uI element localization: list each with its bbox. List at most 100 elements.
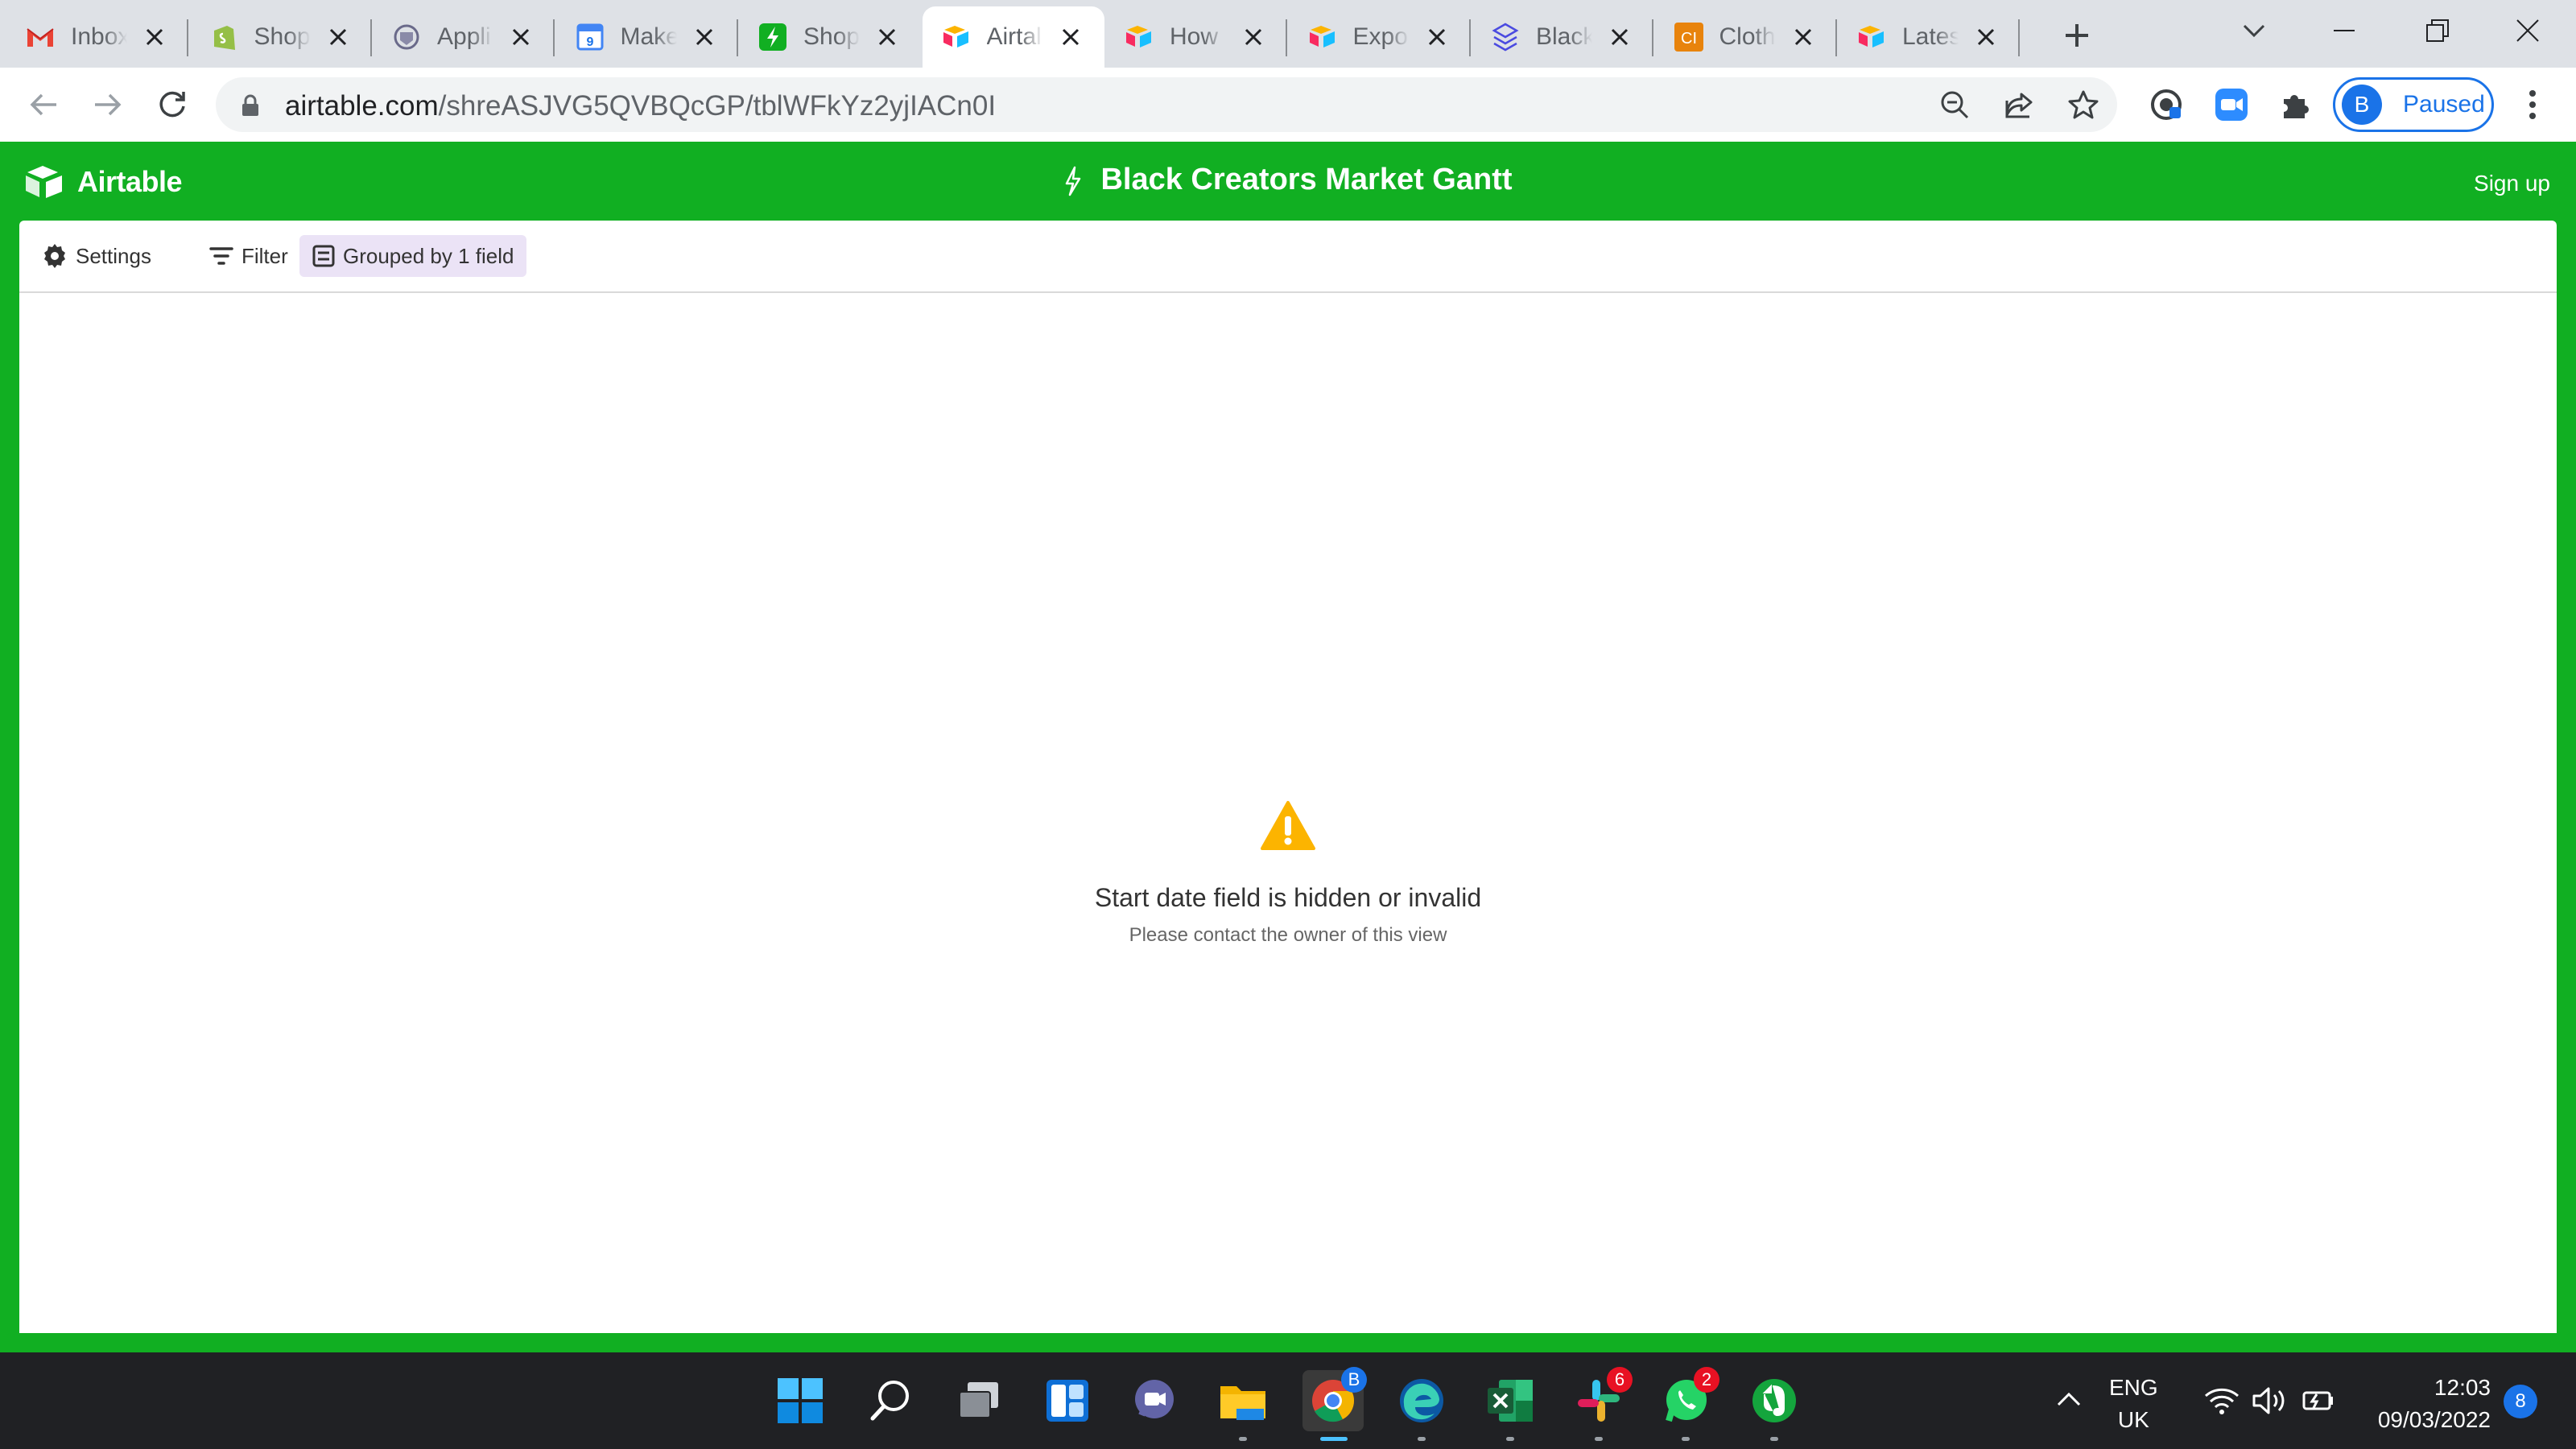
minimize-icon — [2334, 30, 2355, 31]
settings-button[interactable]: Settings — [29, 235, 164, 277]
windows-taskbar: B 6 2 ENG UK 12:03 09/03/2022 8 — [0, 1352, 2576, 1449]
chrome-taskbar-button[interactable]: B — [1302, 1367, 1367, 1441]
search-button[interactable] — [860, 1370, 921, 1431]
tab-search-button[interactable] — [2222, 6, 2286, 55]
puzzle-icon — [2284, 95, 2309, 118]
language-indicator[interactable]: ENG UK — [2109, 1372, 2158, 1436]
address-bar[interactable]: airtable.com/shreASJVG5QVBQcGP/tblWFkYz2… — [216, 77, 2117, 132]
browser-tab[interactable]: CI Cloth — [1655, 6, 1837, 68]
chrome-menu-button[interactable] — [2516, 82, 2549, 127]
calendar-icon: 9 — [576, 23, 605, 52]
forward-button[interactable] — [85, 82, 130, 127]
close-tab-icon[interactable] — [1422, 23, 1451, 52]
gear-icon — [44, 244, 65, 268]
svg-text:9: 9 — [586, 35, 593, 49]
avatar: B — [2342, 85, 2382, 125]
teams-chat-button[interactable] — [1124, 1370, 1185, 1431]
new-tab-button[interactable] — [2058, 16, 2096, 55]
password-manager-icon — [2151, 89, 2182, 120]
extension-password-manager[interactable] — [2145, 82, 2190, 127]
browser-tab[interactable]: How — [1105, 6, 1287, 68]
sign-up-link[interactable]: Sign up — [2474, 171, 2550, 196]
tab-title: Black — [1536, 23, 1592, 50]
group-button[interactable]: Grouped by 1 field — [299, 235, 527, 277]
tab-separator — [369, 19, 372, 56]
edge-button[interactable] — [1391, 1370, 1452, 1441]
show-hidden-icons-button[interactable] — [2038, 1370, 2099, 1431]
reload-button[interactable] — [150, 82, 195, 127]
profile-button[interactable]: B Paused — [2333, 77, 2494, 132]
filter-button[interactable]: Filter — [196, 235, 301, 277]
task-view-button[interactable] — [948, 1370, 1009, 1431]
search-icon — [870, 1381, 909, 1421]
extension-zoom[interactable] — [2209, 82, 2254, 127]
close-tab-icon[interactable] — [324, 23, 353, 52]
tab-separator — [1652, 19, 1653, 56]
clock[interactable]: 12:03 09/03/2022 — [2354, 1372, 2491, 1436]
close-tab-icon[interactable] — [140, 23, 169, 52]
browser-tab[interactable]: Appli — [373, 6, 555, 68]
empty-state: Start date field is hidden or invalid Pl… — [19, 800, 2557, 947]
evernote-icon — [1752, 1379, 1796, 1422]
empty-state-subtext: Please contact the owner of this view — [1129, 924, 1447, 946]
close-tab-icon[interactable] — [690, 23, 719, 52]
extensions-button[interactable] — [2273, 82, 2318, 127]
lock-icon — [242, 94, 258, 116]
close-tab-icon[interactable] — [1605, 23, 1634, 52]
browser-tab[interactable]: Expo — [1289, 6, 1471, 68]
slack-button[interactable]: 6 — [1568, 1367, 1633, 1441]
close-tab-icon[interactable] — [506, 23, 535, 52]
airtable-header: Airtable Black Creators Market Gantt Sig… — [0, 142, 2576, 1352]
browser-tab[interactable]: Lates — [1838, 6, 2020, 68]
battery-charging-icon — [2302, 1391, 2333, 1410]
browser-tab[interactable]: 9 Make — [556, 6, 738, 68]
browser-tab[interactable]: Shop — [739, 6, 921, 68]
share-button[interactable] — [2003, 89, 2035, 121]
zoom-video-icon — [2215, 89, 2248, 121]
close-tab-icon[interactable] — [1789, 23, 1818, 52]
svg-text:CI: CI — [1681, 30, 1697, 47]
wifi-icon — [2205, 1388, 2239, 1414]
zoom-button[interactable] — [1938, 89, 1971, 121]
restore-button[interactable] — [2405, 6, 2470, 55]
close-window-button[interactable] — [2496, 6, 2560, 55]
empty-state-message: Start date field is hidden or invalid — [1094, 883, 1482, 912]
excel-button[interactable] — [1480, 1370, 1541, 1441]
airtable-icon — [942, 23, 971, 52]
tab-title: Airtal — [986, 23, 1042, 50]
warning-icon — [1261, 801, 1315, 850]
share-icon — [2005, 93, 2033, 118]
browser-tab-strip: Inbox Shop Appli 9 Make Shop Airtal How Expo Blac… — [0, 0, 2576, 68]
close-tab-icon[interactable] — [873, 23, 902, 52]
tab-separator — [1468, 19, 1471, 56]
browser-tab[interactable]: Black — [1472, 6, 1653, 68]
browser-tab[interactable]: Shop — [190, 6, 372, 68]
url-text[interactable]: airtable.com/shreASJVG5QVBQcGP/tblWFkYz2… — [285, 90, 996, 122]
browser-tab[interactable]: Inbox — [6, 6, 188, 68]
browser-tab[interactable]: Airtal — [922, 6, 1104, 68]
widgets-icon — [1046, 1380, 1088, 1422]
reload-icon — [159, 91, 185, 118]
widgets-button[interactable] — [1037, 1370, 1098, 1431]
evernote-button[interactable] — [1744, 1370, 1805, 1441]
ci-icon: CI — [1674, 23, 1703, 52]
back-button[interactable] — [21, 82, 66, 127]
windows-logo-icon — [778, 1378, 823, 1423]
minimize-button[interactable] — [2312, 6, 2376, 55]
notification-center-button[interactable]: 8 — [2504, 1385, 2537, 1418]
battery-button[interactable] — [2288, 1370, 2349, 1431]
tab-title: Make — [620, 23, 677, 50]
arrow-left-icon — [30, 93, 56, 116]
close-tab-icon[interactable] — [1056, 23, 1085, 52]
bolt-icon — [1066, 166, 1081, 196]
bookmark-button[interactable] — [2067, 89, 2099, 121]
file-explorer-button[interactable] — [1212, 1370, 1274, 1441]
tab-separator — [553, 19, 555, 56]
view-toolbar: Settings Filter Grouped by 1 field — [19, 221, 2557, 293]
close-tab-icon[interactable] — [1971, 23, 2000, 52]
chevron-down-icon — [2243, 24, 2265, 38]
close-tab-icon[interactable] — [1239, 23, 1268, 52]
whatsapp-button[interactable]: 2 — [1655, 1367, 1719, 1441]
restore-icon — [2426, 19, 2449, 42]
start-button[interactable] — [770, 1370, 831, 1431]
